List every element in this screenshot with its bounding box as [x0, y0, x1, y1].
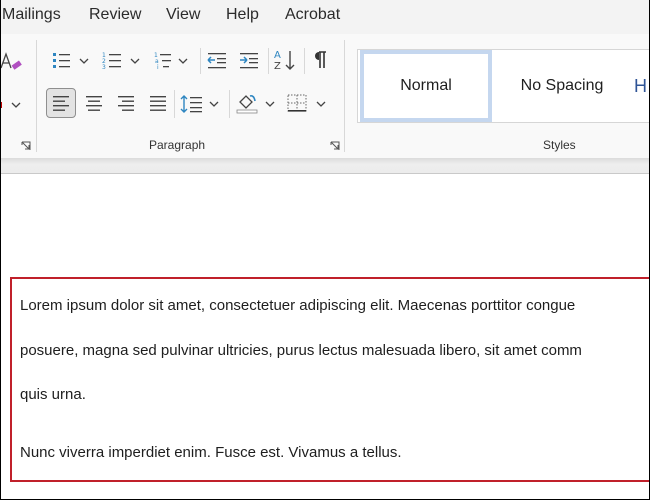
- window-frame: [0, 0, 650, 500]
